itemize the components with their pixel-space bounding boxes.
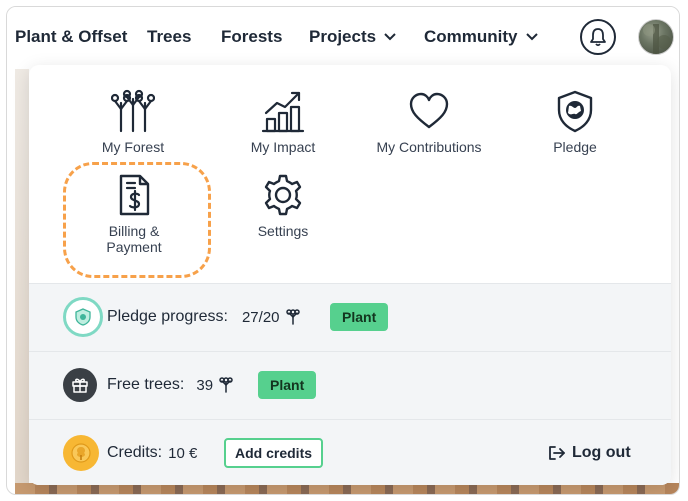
menu-item-my-forest[interactable]: My Forest bbox=[63, 89, 203, 155]
menu-item-label: Pledge bbox=[553, 139, 597, 155]
credits-row: Credits: 10 € Add credits Log out bbox=[29, 419, 671, 485]
nav-label: Plant & Offset bbox=[15, 27, 128, 46]
free-trees-plant-button[interactable]: Plant bbox=[258, 371, 317, 399]
free-trees-value: 39 bbox=[196, 376, 214, 394]
menu-item-my-impact[interactable]: My Impact bbox=[213, 89, 353, 155]
chevron-down-icon bbox=[384, 33, 396, 41]
shield-icon bbox=[75, 308, 91, 326]
menu-item-label: Billing & Payment bbox=[106, 223, 162, 255]
chart-icon bbox=[261, 91, 305, 133]
gift-badge-icon bbox=[63, 368, 97, 402]
chevron-down-icon bbox=[525, 33, 538, 41]
sprout-icon bbox=[285, 309, 300, 325]
credits-text: Credits: 10 € bbox=[107, 444, 197, 462]
menu-item-settings[interactable]: Settings bbox=[213, 173, 353, 239]
menu-item-pledge[interactable]: Pledge bbox=[505, 89, 645, 155]
pledge-progress-value: 27/20 bbox=[241, 308, 280, 326]
browser-frame: Plant & Offset Trees Forests Projects Co… bbox=[6, 6, 680, 495]
pledge-progress-label: Pledge progress: bbox=[107, 308, 228, 325]
nav-community[interactable]: Community bbox=[424, 25, 538, 49]
pledge-progress-row: Pledge progress: 27/20 Plant bbox=[29, 283, 671, 350]
nav-label: Projects bbox=[309, 27, 377, 46]
nav-label: Trees bbox=[147, 27, 192, 46]
sprout-icon bbox=[219, 377, 233, 393]
nav-label: Community bbox=[424, 27, 518, 46]
page-background bbox=[15, 69, 29, 494]
nav-forests[interactable]: Forests bbox=[221, 25, 282, 49]
tree-coin-icon bbox=[71, 443, 91, 463]
menu-item-label: My Forest bbox=[101, 139, 165, 155]
gear-icon bbox=[264, 174, 302, 216]
pledge-badge-icon bbox=[63, 297, 103, 337]
shield-globe-icon bbox=[557, 90, 593, 133]
avatar[interactable] bbox=[638, 19, 674, 55]
menu-item-billing-payment[interactable]: Billing & Payment bbox=[64, 173, 204, 255]
nav-plant-offset[interactable]: Plant & Offset bbox=[15, 25, 127, 49]
trees-icon bbox=[111, 89, 155, 133]
add-credits-button[interactable]: Add credits bbox=[224, 438, 324, 468]
free-trees-text: Free trees: 39 bbox=[107, 376, 233, 394]
free-trees-row: Free trees: 39 Plant bbox=[29, 351, 671, 418]
logout-button[interactable]: Log out bbox=[548, 444, 631, 462]
notifications-button[interactable] bbox=[580, 19, 616, 55]
free-trees-label: Free trees: bbox=[107, 376, 185, 393]
account-dropdown-menu: My Forest My Impact My Contributions Ple… bbox=[29, 65, 671, 485]
menu-item-label: My Contributions bbox=[376, 139, 482, 155]
menu-item-label: My Impact bbox=[250, 139, 316, 155]
logout-label: Log out bbox=[572, 444, 631, 461]
pledge-progress-text: Pledge progress: 27/20 bbox=[107, 308, 300, 326]
top-navigation: Plant & Offset Trees Forests Projects Co… bbox=[7, 7, 679, 69]
bell-icon bbox=[590, 28, 606, 47]
billing-document-icon bbox=[119, 174, 150, 216]
avatar-image bbox=[643, 24, 671, 54]
account-summary: Pledge progress: 27/20 Plant Free trees:… bbox=[29, 283, 671, 485]
pledge-plant-button[interactable]: Plant bbox=[330, 303, 389, 331]
gift-icon bbox=[72, 378, 88, 393]
nav-trees[interactable]: Trees bbox=[147, 25, 191, 49]
menu-item-my-contributions[interactable]: My Contributions bbox=[359, 89, 499, 155]
nav-label: Forests bbox=[221, 27, 283, 46]
logout-icon bbox=[549, 446, 565, 460]
credits-label: Credits: bbox=[107, 444, 163, 461]
credits-coin-icon bbox=[63, 435, 99, 471]
heart-icon bbox=[409, 92, 449, 129]
credits-value: 10 € bbox=[168, 444, 198, 462]
nav-projects[interactable]: Projects bbox=[309, 25, 396, 49]
menu-item-label: Settings bbox=[257, 223, 309, 239]
